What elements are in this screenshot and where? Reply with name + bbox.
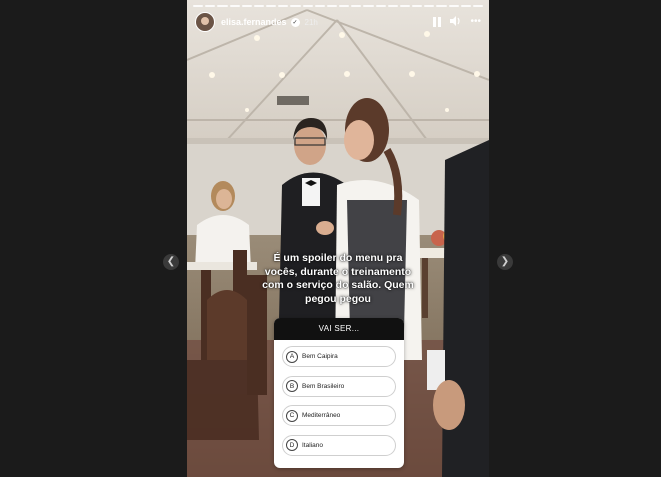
pause-icon[interactable]: [433, 17, 442, 27]
quiz-option-b[interactable]: B Bem Brasileiro: [282, 375, 396, 397]
story-viewer: ❮ ❯ elisa.fernandes ✓ 21h ••• É um spoil…: [0, 0, 661, 477]
quiz-sticker: VAI SER... A Bem Caipira B Bem Brasileir…: [274, 318, 404, 468]
story-caption: É um spoiler do menu pra vocês, durante …: [187, 252, 489, 306]
volume-icon[interactable]: [450, 15, 461, 29]
option-label: Italiano: [302, 441, 323, 449]
story-controls: •••: [433, 15, 481, 29]
caption-line: vocês, durante o treinamento: [264, 265, 412, 278]
more-icon[interactable]: •••: [470, 17, 481, 27]
verified-icon: ✓: [290, 17, 300, 27]
story-progress-bar: [193, 5, 484, 7]
quiz-question: VAI SER...: [274, 318, 404, 340]
caption-line: É um spoiler do menu pra: [273, 252, 403, 264]
option-letter: C: [286, 409, 298, 422]
avatar[interactable]: [195, 12, 215, 32]
option-label: Mediterrâneo: [302, 412, 341, 419]
option-label: Bem Brasileiro: [302, 382, 345, 390]
story-card[interactable]: elisa.fernandes ✓ 21h ••• É um spoiler d…: [187, 0, 489, 477]
chevron-left-icon: ❮: [166, 256, 176, 267]
option-label: Bem Caipira: [302, 353, 338, 360]
caption-line: pegou pegou: [305, 292, 371, 305]
caption-line: com o serviço do salão. Quem: [262, 279, 414, 291]
story-header: elisa.fernandes ✓ 21h •••: [195, 11, 481, 33]
option-letter: B: [286, 380, 298, 392]
option-letter: D: [286, 439, 298, 451]
option-letter: A: [286, 350, 298, 363]
chevron-right-icon: ❯: [500, 256, 510, 267]
quiz-option-d[interactable]: D Italiano: [282, 434, 396, 456]
quiz-option-a[interactable]: A Bem Caipira: [282, 346, 396, 367]
username[interactable]: elisa.fernandes: [221, 17, 287, 27]
post-time: 21h: [304, 17, 318, 27]
next-story-button[interactable]: ❯: [497, 254, 513, 270]
quiz-options: A Bem Caipira B Bem Brasileiro C Mediter…: [274, 340, 404, 456]
quiz-option-c[interactable]: C Mediterrâneo: [282, 405, 396, 426]
previous-story-button[interactable]: ❮: [163, 254, 179, 270]
